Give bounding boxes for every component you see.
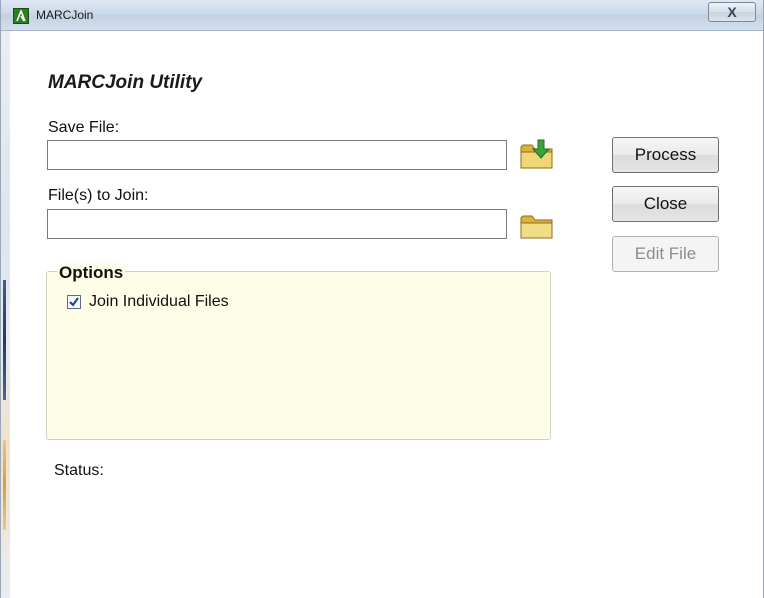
- save-file-input[interactable]: [47, 140, 507, 170]
- join-individual-files-label[interactable]: Join Individual Files: [89, 293, 229, 311]
- open-folder-icon: [520, 215, 553, 239]
- window-frame-edge-highlight: [3, 440, 6, 530]
- join-files-browse-button[interactable]: [518, 209, 556, 243]
- join-files-input[interactable]: [47, 209, 507, 239]
- save-file-browse-button[interactable]: [518, 137, 556, 171]
- checkmark-icon: [69, 297, 79, 307]
- window-frame-edge-shade: [3, 280, 6, 400]
- save-folder-icon: [520, 139, 553, 169]
- marcjoin-window: MARCJoin X MARCJoin Utility Save File: F…: [0, 0, 764, 598]
- close-button[interactable]: Close: [612, 186, 719, 222]
- status-label: Status:: [54, 462, 104, 479]
- title-bar[interactable]: MARCJoin X: [1, 0, 763, 31]
- utility-heading: MARCJoin Utility: [48, 72, 203, 93]
- close-icon: X: [727, 4, 737, 20]
- app-icon: [13, 8, 29, 24]
- process-button[interactable]: Process: [612, 137, 719, 173]
- save-file-label: Save File:: [48, 119, 120, 136]
- options-title: Options: [57, 263, 126, 283]
- window-title: MARCJoin: [36, 8, 94, 22]
- edit-file-button[interactable]: Edit File: [612, 236, 719, 272]
- window-close-button[interactable]: X: [708, 2, 756, 22]
- join-files-label: File(s) to Join:: [48, 187, 149, 204]
- join-individual-files-checkbox[interactable]: [67, 295, 81, 309]
